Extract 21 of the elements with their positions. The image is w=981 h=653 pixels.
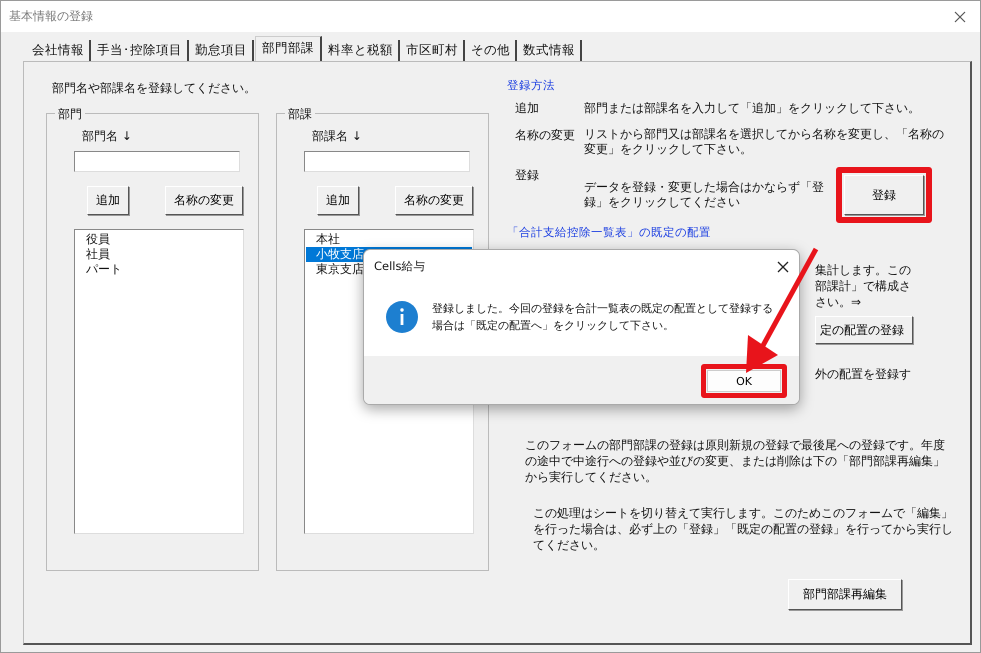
step-term: 名称の変更 (515, 127, 576, 144)
field-label: 部門名 ↓ (82, 128, 132, 145)
description-text: さい。⇒ (815, 294, 862, 310)
step-term: 登録 (515, 167, 540, 184)
step-term: 追加 (515, 100, 540, 117)
description-text: 集計します。この (815, 262, 911, 278)
dialog-message: 登録しました。今回の登録を合計一覧表の既定の配置として登録する場合は「既定の配置へ」をクリックして下さい。 (432, 301, 774, 334)
description-text: 外の配置を登録す (815, 366, 911, 382)
note-paragraph: この処理はシートを切り替えて実行します。このためこのフォームで「編集」を行った場合は、必ず上の「登録」「既定の配置の登録」を行ってから実行してください。 (533, 505, 953, 553)
instruction-text: 部門名や部課名を登録してください。 (52, 80, 256, 97)
description-text: 部課計」で構成さ (815, 278, 911, 294)
window-title: 基本情報の登録 (9, 8, 93, 25)
dialog-title: Cells給与 (374, 259, 426, 274)
step-description: データを登録・変更した場合はかならず「登録」をクリックしてください (584, 180, 825, 210)
step-description: 部門または部課名を入力して「追加」をクリックして下さい。 (584, 101, 921, 116)
group-title: 部門 (55, 106, 85, 123)
group-title: 部課 (285, 106, 315, 123)
step-description: リストから部門又は部課名を選択してから名称を変更し、「名称の変更」をクリックして下さい。 (584, 127, 945, 157)
section-heading: 登録方法 (507, 78, 555, 93)
note-paragraph: このフォームの部門部課の登録は原則新規の登録で最後尾への登録です。年度の途中で中途行への登録や並びの変更、または削除は下の「部門部課再編集」から実行してください。 (525, 437, 945, 485)
field-label: 部課名 ↓ (312, 128, 362, 145)
